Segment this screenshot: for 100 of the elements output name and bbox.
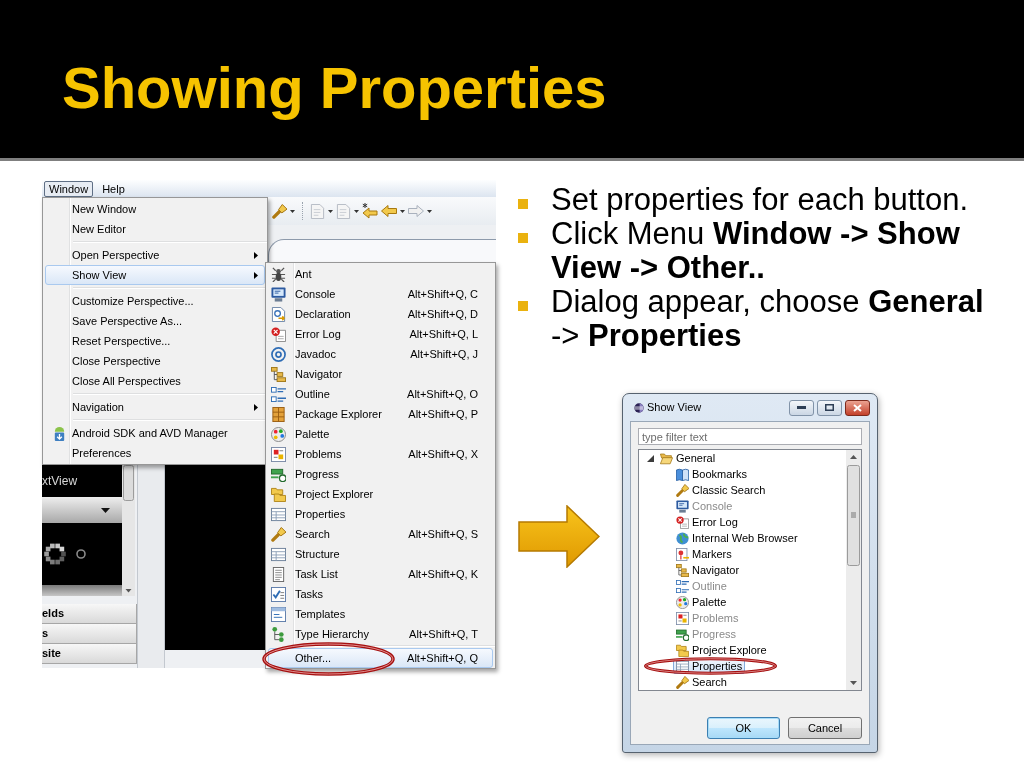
- tree-item[interactable]: Internal Web Browser: [673, 530, 801, 546]
- scrollbar[interactable]: [122, 465, 135, 596]
- menu-item[interactable]: Templates: [268, 604, 493, 624]
- menu-item[interactable]: Structure: [268, 544, 493, 564]
- menu-item[interactable]: Ant: [268, 264, 493, 284]
- pin-icon: [676, 547, 689, 561]
- menu-item[interactable]: Preferences: [45, 443, 265, 463]
- outline-icon: [271, 386, 286, 402]
- cancel-button[interactable]: Cancel: [788, 717, 862, 739]
- menu-bar-item[interactable]: Help: [97, 180, 130, 197]
- maximize-button[interactable]: [817, 399, 842, 416]
- menu-item[interactable]: Package Explorer Alt+Shift+Q, P: [268, 404, 493, 424]
- caret-icon[interactable]: [328, 209, 333, 213]
- tree-item[interactable]: Project Explore: [673, 642, 770, 658]
- back-arrow-icon[interactable]: [362, 203, 378, 219]
- filter-field[interactable]: type filter text: [638, 428, 862, 445]
- menu-item[interactable]: Console Alt+Shift+Q, C: [268, 284, 493, 304]
- ok-button[interactable]: OK: [707, 717, 780, 739]
- tree-item[interactable]: Classic Search: [673, 482, 769, 498]
- menu-item[interactable]: Android SDK and AVD Manager: [45, 423, 265, 443]
- palette-category[interactable]: s: [42, 624, 137, 644]
- shortcut-text: Alt+Shift+Q, Q: [407, 650, 479, 666]
- tree-item[interactable]: Palette: [673, 594, 730, 610]
- tree-item[interactable]: Bookmarks: [673, 466, 751, 482]
- menu-item[interactable]: Palette: [268, 424, 493, 444]
- bullet-text: Set properties for each button.: [551, 183, 970, 217]
- menu-item[interactable]: Problems Alt+Shift+Q, X: [268, 444, 493, 464]
- shortcut-text: Alt+Shift+Q, O: [407, 386, 479, 402]
- caret-icon[interactable]: [427, 209, 432, 213]
- shortcut-text: Alt+Shift+Q, P: [408, 406, 479, 422]
- menu-bar-item[interactable]: Window: [44, 180, 94, 197]
- minimize-button[interactable]: [789, 399, 814, 416]
- error-icon: [676, 515, 689, 529]
- expander-icon[interactable]: [647, 454, 654, 462]
- menu-item[interactable]: Declaration Alt+Shift+Q, D: [268, 304, 493, 324]
- menu-item[interactable]: Progress: [268, 464, 493, 484]
- app-icon: [634, 402, 644, 413]
- monitor-icon: [271, 286, 286, 302]
- table-icon: [271, 546, 286, 562]
- menu-item[interactable]: Show View: [45, 265, 265, 285]
- menu-item[interactable]: Error Log Alt+Shift+Q, L: [268, 324, 493, 344]
- menu-item[interactable]: Outline Alt+Shift+Q, O: [268, 384, 493, 404]
- square-bullet-icon: [518, 199, 528, 209]
- shortcut-text: Alt+Shift+Q, J: [410, 346, 479, 362]
- package-icon: [271, 406, 286, 422]
- book-icon: [676, 467, 689, 481]
- slide-title: Showing Properties: [62, 54, 607, 122]
- shortcut-text: Alt+Shift+Q, X: [408, 446, 479, 462]
- menu-item[interactable]: Task List Alt+Shift+Q, K: [268, 564, 493, 584]
- list-icon: [271, 566, 286, 582]
- progress-bar-icon: [271, 466, 286, 482]
- palette-category[interactable]: site: [42, 644, 137, 664]
- document-icon: [676, 611, 689, 625]
- menu-item[interactable]: Close All Perspectives: [45, 371, 265, 391]
- monitor-icon: [676, 499, 689, 513]
- back-arrow-icon[interactable]: [381, 205, 397, 217]
- scrollbar[interactable]: [846, 450, 861, 690]
- globe-icon: [676, 531, 689, 545]
- tree-item[interactable]: Search: [673, 674, 730, 690]
- shortcut-text: Alt+Shift+Q, D: [407, 306, 479, 322]
- menu-item[interactable]: Search Alt+Shift+Q, S: [268, 524, 493, 544]
- menu-item[interactable]: Customize Perspective...: [45, 291, 265, 311]
- caret-icon[interactable]: [290, 209, 295, 213]
- document-icon: [271, 446, 286, 462]
- palette-category[interactable]: elds: [42, 604, 137, 624]
- checklist-icon: [271, 586, 286, 602]
- folder-icon: [676, 643, 689, 657]
- close-button[interactable]: [845, 399, 870, 416]
- tree-item[interactable]: General: [657, 450, 719, 466]
- square-bullet-icon: [518, 301, 528, 311]
- template-icon: [271, 606, 286, 622]
- menu-item[interactable]: Save Perspective As...: [45, 311, 265, 331]
- flashlight-icon: [272, 203, 287, 219]
- menu-item[interactable]: Navigator: [268, 364, 493, 384]
- menu-item[interactable]: Javadoc Alt+Shift+Q, J: [268, 344, 493, 364]
- caret-icon[interactable]: [400, 209, 405, 213]
- widget-label: xtView: [42, 473, 79, 490]
- menu-item[interactable]: Properties: [268, 504, 493, 524]
- tree-item[interactable]: Error Log: [673, 514, 741, 530]
- shortcut-text: Alt+Shift+Q, S: [408, 526, 479, 542]
- menu-item[interactable]: Close Perspective: [45, 351, 265, 371]
- caret-icon[interactable]: [354, 209, 359, 213]
- flashlight-icon: [676, 483, 689, 497]
- menu-item[interactable]: New Editor: [45, 219, 265, 239]
- caret-icon: [101, 507, 110, 513]
- folder-tree-icon: [676, 563, 689, 577]
- dialog-title: Show View: [647, 400, 703, 416]
- table-icon: [676, 659, 689, 673]
- menu-item[interactable]: Project Explorer: [268, 484, 493, 504]
- outline-icon: [676, 579, 689, 593]
- shortcut-text: Alt+Shift+Q, L: [409, 326, 479, 342]
- menu-item[interactable]: Reset Perspective...: [45, 331, 265, 351]
- menu-item[interactable]: Open Perspective: [45, 245, 265, 265]
- menu-item[interactable]: Type Hierarchy Alt+Shift+Q, T: [268, 624, 493, 644]
- menu-item[interactable]: Navigation: [45, 397, 265, 417]
- tree-item[interactable]: Markers: [673, 546, 735, 562]
- menu-item[interactable]: Tasks: [268, 584, 493, 604]
- tree-item[interactable]: Navigator: [673, 562, 743, 578]
- document-icon: [271, 306, 286, 322]
- maximize-icon: [825, 404, 834, 411]
